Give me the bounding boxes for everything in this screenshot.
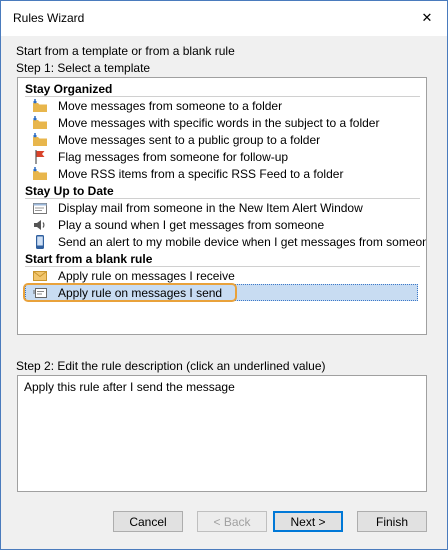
finish-button[interactable]: Finish: [357, 511, 427, 532]
close-button[interactable]: ✕: [415, 7, 439, 29]
mobile-phone-icon: [32, 234, 48, 250]
intro-text: Start from a template or from a blank ru…: [16, 44, 235, 58]
folder-arrow-icon: [32, 166, 48, 182]
template-item-move-public-group[interactable]: Move messages sent to a public group to …: [32, 131, 418, 148]
template-item-apply-on-send[interactable]: Apply rule on messages I send: [25, 284, 418, 301]
template-item-move-rss[interactable]: Move RSS items from a specific RSS Feed …: [32, 165, 418, 182]
template-item-mobile-alert[interactable]: Send an alert to my mobile device when I…: [32, 233, 426, 250]
template-item-label: Move messages from someone to a folder: [58, 98, 283, 113]
cancel-button[interactable]: Cancel: [113, 511, 183, 532]
template-item-label: Flag messages from someone for follow-up: [58, 149, 289, 164]
template-list[interactable]: Stay Organized Move messages from someon…: [17, 77, 427, 335]
template-item-apply-on-receive[interactable]: Apply rule on messages I receive: [32, 267, 418, 284]
template-item-label: Apply rule on messages I send: [58, 285, 223, 300]
group-header-blank-rule: Start from a blank rule: [25, 252, 153, 266]
alert-window-icon: [32, 200, 48, 216]
rule-description-text: Apply this rule after I send the message: [24, 380, 235, 394]
send-message-icon: [32, 285, 48, 301]
group-header-stay-organized: Stay Organized: [25, 82, 113, 96]
template-item-play-sound[interactable]: Play a sound when I get messages from so…: [32, 216, 418, 233]
template-item-label: Move RSS items from a specific RSS Feed …: [58, 166, 344, 181]
template-item-label: Move messages sent to a public group to …: [58, 132, 321, 147]
folder-arrow-icon: [32, 132, 48, 148]
group-header-stay-up-to-date: Stay Up to Date: [25, 184, 114, 198]
flag-icon: [32, 149, 48, 165]
rule-description-box[interactable]: Apply this rule after I send the message: [17, 375, 427, 492]
folder-arrow-icon: [32, 115, 48, 131]
step2-label: Step 2: Edit the rule description (click…: [16, 359, 326, 373]
rules-wizard-dialog: Rules Wizard ✕ Start from a template or …: [0, 0, 448, 550]
template-item-label: Display mail from someone in the New Ite…: [58, 200, 363, 215]
template-item-label: Move messages with specific words in the…: [58, 115, 380, 130]
template-item-label: Apply rule on messages I receive: [58, 268, 235, 283]
close-icon: ✕: [421, 10, 433, 25]
template-item-label: Send an alert to my mobile device when I…: [58, 234, 427, 249]
back-button[interactable]: < Back: [197, 511, 267, 532]
template-item-move-from-someone[interactable]: Move messages from someone to a folder: [32, 97, 418, 114]
folder-arrow-icon: [32, 98, 48, 114]
speaker-icon: [32, 217, 48, 233]
template-item-move-specific-words[interactable]: Move messages with specific words in the…: [32, 114, 418, 131]
next-button[interactable]: Next >: [273, 511, 343, 532]
template-item-label: Play a sound when I get messages from so…: [58, 217, 325, 232]
envelope-icon: [32, 268, 48, 284]
title-bar: Rules Wizard ✕: [1, 1, 447, 36]
step1-label: Step 1: Select a template: [16, 61, 151, 75]
template-item-new-item-alert[interactable]: Display mail from someone in the New Ite…: [32, 199, 418, 216]
window-title: Rules Wizard: [13, 11, 85, 25]
template-item-flag-follow-up[interactable]: Flag messages from someone for follow-up: [32, 148, 418, 165]
